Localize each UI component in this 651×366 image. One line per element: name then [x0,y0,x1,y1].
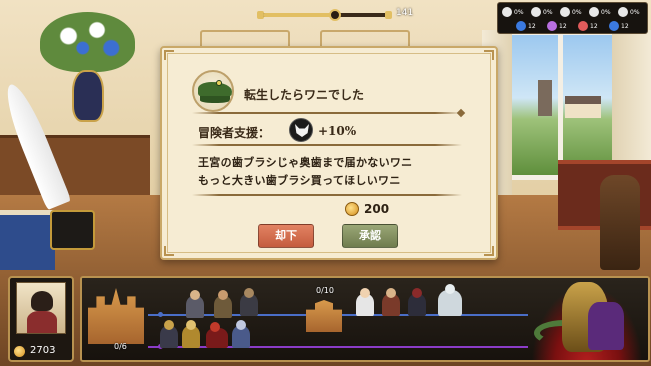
unit-head [186,320,196,330]
petitioner-title: 転生したらワニでした [244,88,365,102]
divider [192,194,462,196]
inkpot [50,210,95,250]
outpost-garrison-count: 0/10 [316,286,334,295]
enemy-lane [148,346,528,348]
crocodile-icon [192,70,234,112]
ally-unit [214,290,232,318]
stat-bird: 0% [589,6,613,19]
unit-head [236,320,246,330]
stat-sword: 12 [547,20,571,33]
avatar-hair [31,291,53,311]
axe-icon [578,21,588,31]
crocodile-eye [216,80,222,86]
ally-unit [382,288,400,316]
stat-value: 0% [514,9,524,16]
reject-button[interactable]: 却下 [258,224,314,248]
battle-lane: 0/6 0/10 [80,276,650,362]
boss-naga-queen [522,278,648,360]
stat-wolf: 0% [618,6,642,19]
unit-head [386,288,396,298]
unit-head [360,288,370,298]
lane-marker [158,312,163,317]
divider [192,112,462,114]
stat-value: 12 [590,23,598,30]
enemy-unit [182,320,200,348]
gold-amount: 2703 [30,345,56,356]
dialog-corner [164,246,174,256]
avatar [16,282,66,334]
stat-value: 0% [630,9,640,16]
stat-value: 0% [572,9,582,16]
support-value: +10% [318,124,357,138]
windmill [538,80,552,116]
book-stack-left [0,210,55,270]
ally-unit [240,288,258,316]
boss-robe [588,302,624,350]
unit-head [244,288,254,298]
ally-unit [356,288,374,316]
bird-icon [589,7,599,17]
unit-head [412,288,422,298]
ally-unit [438,284,462,316]
stat-axe: 12 [578,20,602,33]
unit-head [445,284,455,294]
feather-icon [560,7,570,17]
avatar-body [27,311,57,333]
cross-icon [516,21,526,31]
unit-head [164,320,174,330]
unit-head [190,290,200,300]
progress-cap [385,11,392,19]
ally-unit [186,290,204,318]
coin-icon [14,346,25,357]
coin-icon [345,202,359,216]
stat-value: 0% [601,9,611,16]
request-line: もっと大きい歯ブラシ買ってほしいワニ [198,174,401,187]
stat-cross: 12 [516,20,540,33]
divider [192,144,462,146]
progress-count: 141 [396,8,414,18]
stat-value: 12 [528,23,536,30]
sword-icon [547,21,557,31]
dialog-corner [484,246,494,256]
reward-value: 200 [364,202,390,216]
stat-skull: 0% [502,6,526,19]
skull-icon [502,7,512,17]
stat-value: 0% [543,9,553,16]
flower-bouquet [40,12,135,72]
castle-garrison-count: 0/6 [114,342,127,351]
ghost-icon [531,7,541,17]
enemy-unit [160,320,178,348]
wave-progress-bar [257,8,392,22]
approve-button[interactable]: 承認 [342,224,398,248]
petition-dialog: 転生したらワニでした 冒険者支援： +10% 王宮の歯ブラシじゃ奥歯まで届かない… [160,46,498,260]
dialog-corner [164,50,174,60]
seal-stamp [600,175,640,270]
stat-feather: 0% [560,6,584,19]
stat-ghost: 0% [531,6,555,19]
unit-head [218,290,228,300]
enemy-unit [232,320,250,348]
progress-marker-icon [328,9,341,21]
stat-shield: 12 [609,20,633,33]
request-line: 王宮の歯ブラシじゃ奥歯まで届かないワニ [198,156,413,169]
crocodile-jaw [200,96,230,103]
shield-icon [609,21,619,31]
manor-house [565,96,601,118]
dialog-corner [484,50,494,60]
ally-unit [408,288,426,316]
vase [72,70,104,122]
stat-value: 12 [621,23,629,30]
progress-fill [263,13,335,17]
support-label: 冒険者支援： [198,126,271,140]
stats-panel: 0% 0% 0% 0% 0% 12 12 12 12 [497,2,648,34]
wolf-icon [289,118,313,142]
enemy-unit [206,322,228,348]
wolf-icon [618,7,628,17]
player-card[interactable]: 2703 [8,276,74,362]
window-frame [558,30,563,180]
wolf-head [295,124,309,137]
stat-value: 12 [559,23,567,30]
unit-head [210,322,220,332]
